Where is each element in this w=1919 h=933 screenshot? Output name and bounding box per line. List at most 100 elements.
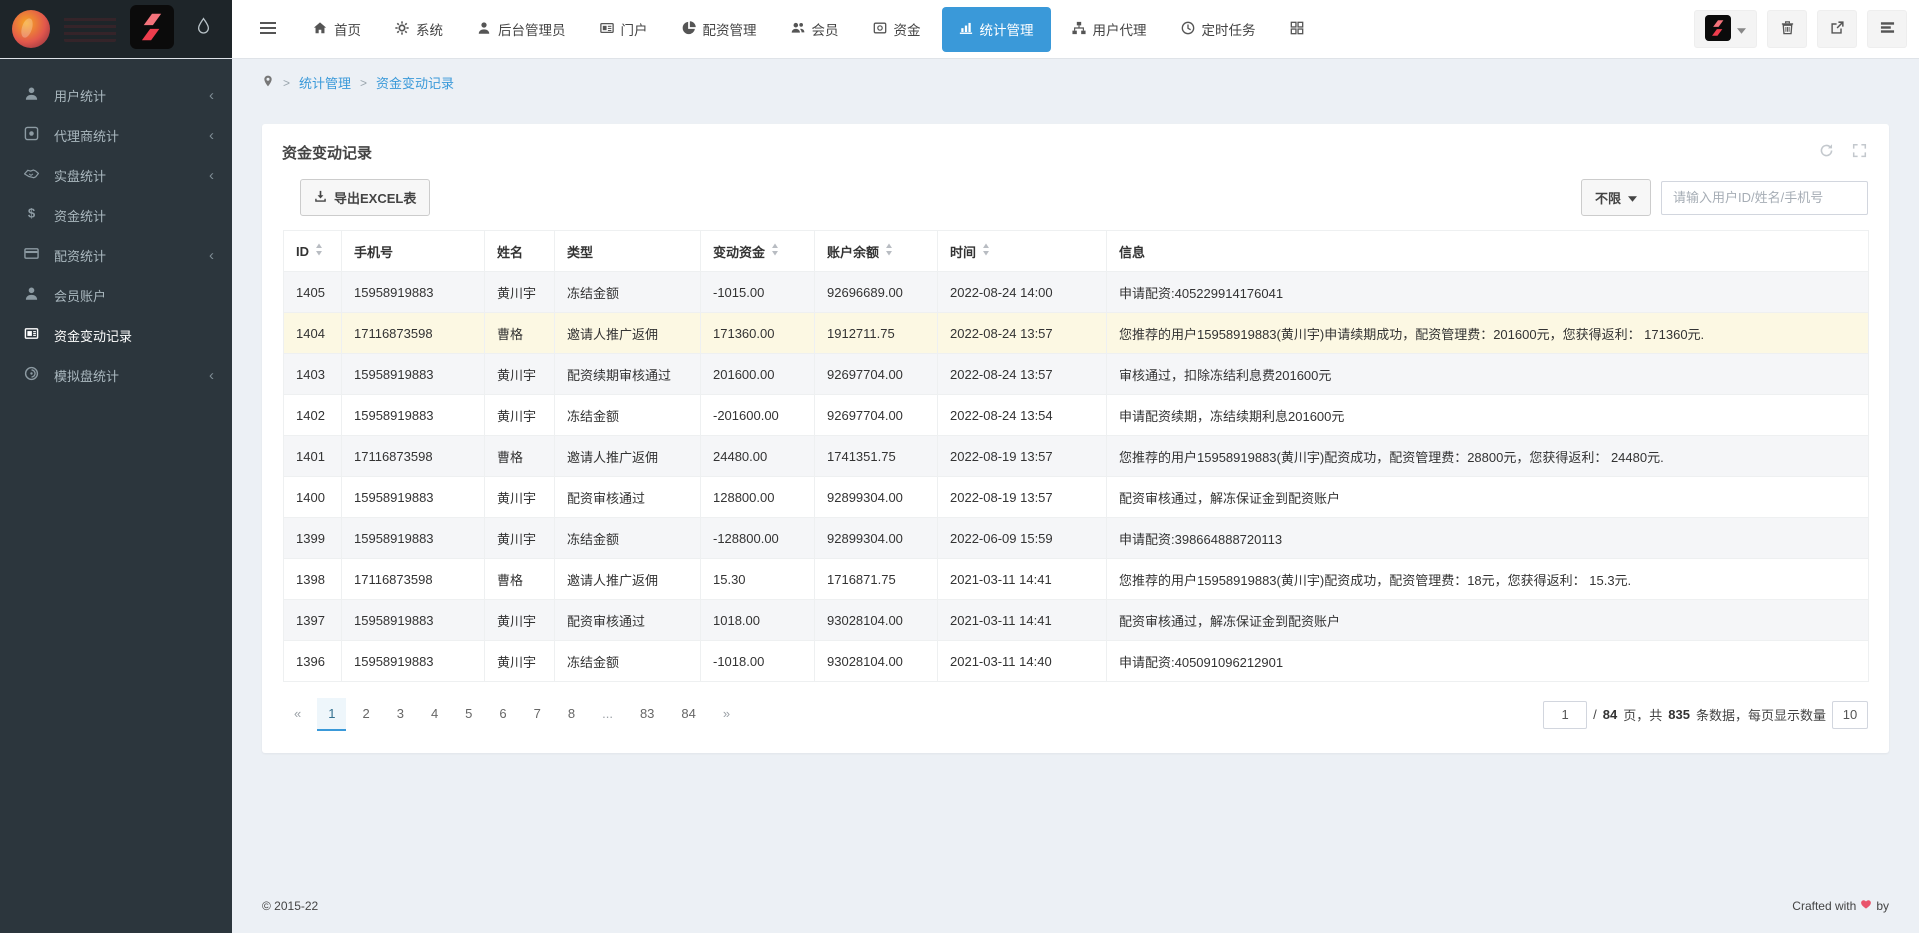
breadcrumb: > 统计管理 > 资金变动记录: [232, 59, 1919, 98]
export-excel-button[interactable]: 导出EXCEL表: [300, 179, 430, 216]
cell-id: 1402: [284, 395, 342, 436]
col-name: 姓名: [485, 231, 555, 272]
cell-id: 1400: [284, 477, 342, 518]
current-page-input[interactable]: [1543, 701, 1587, 729]
cell-time: 2022-08-24 13:57: [938, 313, 1107, 354]
trash-icon: [1780, 20, 1795, 38]
pagination-page-84[interactable]: 84: [670, 698, 706, 731]
refresh-button[interactable]: [1817, 141, 1836, 163]
nav-item-label: 首页: [334, 19, 361, 39]
sidebar-item-label: 实盘统计: [54, 166, 209, 185]
sidebar-item-member-account[interactable]: 会员账户: [0, 275, 232, 315]
nav-item-system[interactable]: 系统: [378, 0, 460, 58]
pagination-page-2[interactable]: 2: [351, 698, 380, 731]
sort-icon: [885, 243, 893, 259]
cell-time: 2022-08-19 13:57: [938, 436, 1107, 477]
cell-time: 2022-08-24 14:00: [938, 272, 1107, 313]
nav-item-home[interactable]: 首页: [296, 0, 378, 58]
pagination-prev[interactable]: «: [283, 698, 312, 731]
nav-item-statistics[interactable]: 统计管理: [942, 7, 1051, 52]
sidebar-item-allocation-stats[interactable]: 配资统计‹: [0, 235, 232, 275]
sort-icon: [982, 243, 990, 259]
user-avatar-dropdown[interactable]: [1694, 10, 1757, 48]
cell-id: 1401: [284, 436, 342, 477]
cell-type: 冻结金额: [555, 395, 701, 436]
content-area: > 统计管理 > 资金变动记录 资金变动记录 导出EXCEL表: [232, 59, 1919, 933]
chevron-left-icon: ‹: [209, 127, 214, 144]
sidebar-item-fund-stats[interactable]: $资金统计: [0, 195, 232, 235]
cell-amount: 171360.00: [701, 313, 815, 354]
col-label: 时间: [950, 242, 976, 261]
col-label: ID: [296, 244, 309, 259]
cell-amount: 15.30: [701, 559, 815, 600]
pagination-page-83[interactable]: 83: [629, 698, 665, 731]
nav-item-allocation[interactable]: 配资管理: [665, 0, 774, 58]
fund-records-panel: 资金变动记录 导出EXCEL表 不限: [262, 124, 1889, 753]
sidebar-item-real-trade-stats[interactable]: 实盘统计‹: [0, 155, 232, 195]
page-size-input[interactable]: [1832, 701, 1868, 729]
nav-item-admins[interactable]: 后台管理员: [460, 0, 583, 58]
pagination-page-4[interactable]: 4: [420, 698, 449, 731]
col-id[interactable]: ID: [284, 231, 342, 272]
cell-amount: -201600.00: [701, 395, 815, 436]
table-row: 139817116873598曹格邀请人推广返佣15.301716871.752…: [284, 559, 1869, 600]
pagination-next[interactable]: »: [712, 698, 741, 731]
pagination-page-7[interactable]: 7: [523, 698, 552, 731]
credit-card-icon: [24, 246, 39, 264]
nav-item-members[interactable]: 会员: [774, 0, 856, 58]
expand-button[interactable]: [1850, 141, 1869, 163]
nav-item-cron[interactable]: 定时任务: [1164, 0, 1273, 58]
pagination-page-1[interactable]: 1: [317, 698, 346, 731]
table-row: 140417116873598曹格邀请人推广返佣171360.001912711…: [284, 313, 1869, 354]
pagination-page-3[interactable]: 3: [386, 698, 415, 731]
cell-phone: 15958919883: [342, 641, 485, 682]
credits: Crafted with by: [1792, 898, 1889, 913]
search-input[interactable]: [1661, 181, 1868, 215]
cell-name: 曹格: [485, 559, 555, 600]
phoenix-logo: [12, 10, 50, 48]
user-icon: [24, 86, 39, 104]
sidebar-item-label: 会员账户: [54, 286, 214, 305]
cell-phone: 17116873598: [342, 559, 485, 600]
cell-name: 黄川宇: [485, 518, 555, 559]
sidebar-item-fund-change-records[interactable]: 资金变动记录: [0, 315, 232, 355]
sidebar-item-user-stats[interactable]: 用户统计‹: [0, 75, 232, 115]
breadcrumb-section-link[interactable]: 统计管理: [299, 73, 351, 92]
cell-phone: 17116873598: [342, 436, 485, 477]
sidebar-item-agent-stats[interactable]: 代理商统计‹: [0, 115, 232, 155]
nav-item-user-agent[interactable]: 用户代理: [1055, 0, 1164, 58]
external-link-button[interactable]: [1817, 10, 1857, 48]
external-link-icon: [1830, 20, 1845, 38]
sidebar-item-simulation-stats[interactable]: 模拟盘统计‹: [0, 355, 232, 395]
tasks-button[interactable]: [1867, 10, 1907, 48]
sidebar-toggle-button[interactable]: [246, 11, 290, 48]
cell-id: 1403: [284, 354, 342, 395]
pagination-page-8[interactable]: 8: [557, 698, 586, 731]
pagination-page-5[interactable]: 5: [454, 698, 483, 731]
cell-id: 1396: [284, 641, 342, 682]
records-icon: [24, 326, 39, 344]
top-navbar: 首页系统后台管理员门户配资管理会员资金统计管理用户代理定时任务: [0, 0, 1919, 59]
table-header-row: ID手机号姓名类型变动资金账户余额时间信息: [284, 231, 1869, 272]
table-row: 140515958919883黄川宇冻结金额-1015.0092696689.0…: [284, 272, 1869, 313]
cell-amount: 1018.00: [701, 600, 815, 641]
cell-name: 曹格: [485, 313, 555, 354]
cell-balance: 92899304.00: [815, 477, 938, 518]
trash-button[interactable]: [1767, 10, 1807, 48]
breadcrumb-page-link[interactable]: 资金变动记录: [376, 73, 454, 92]
cell-id: 1398: [284, 559, 342, 600]
cell-amount: 128800.00: [701, 477, 815, 518]
col-balance[interactable]: 账户余额: [815, 231, 938, 272]
pagination-ellipsis: ...: [591, 698, 624, 731]
filter-type-dropdown[interactable]: 不限: [1581, 179, 1651, 216]
cell-name: 黄川宇: [485, 477, 555, 518]
pagination-page-6[interactable]: 6: [488, 698, 517, 731]
nav-item-portal[interactable]: 门户: [583, 0, 665, 58]
cell-id: 1404: [284, 313, 342, 354]
col-header-inner: 手机号: [354, 242, 476, 261]
col-amount[interactable]: 变动资金: [701, 231, 815, 272]
col-time[interactable]: 时间: [938, 231, 1107, 272]
cell-time: 2022-08-19 13:57: [938, 477, 1107, 518]
nav-item-apps[interactable]: [1273, 0, 1321, 58]
nav-item-funds[interactable]: 资金: [856, 0, 938, 58]
